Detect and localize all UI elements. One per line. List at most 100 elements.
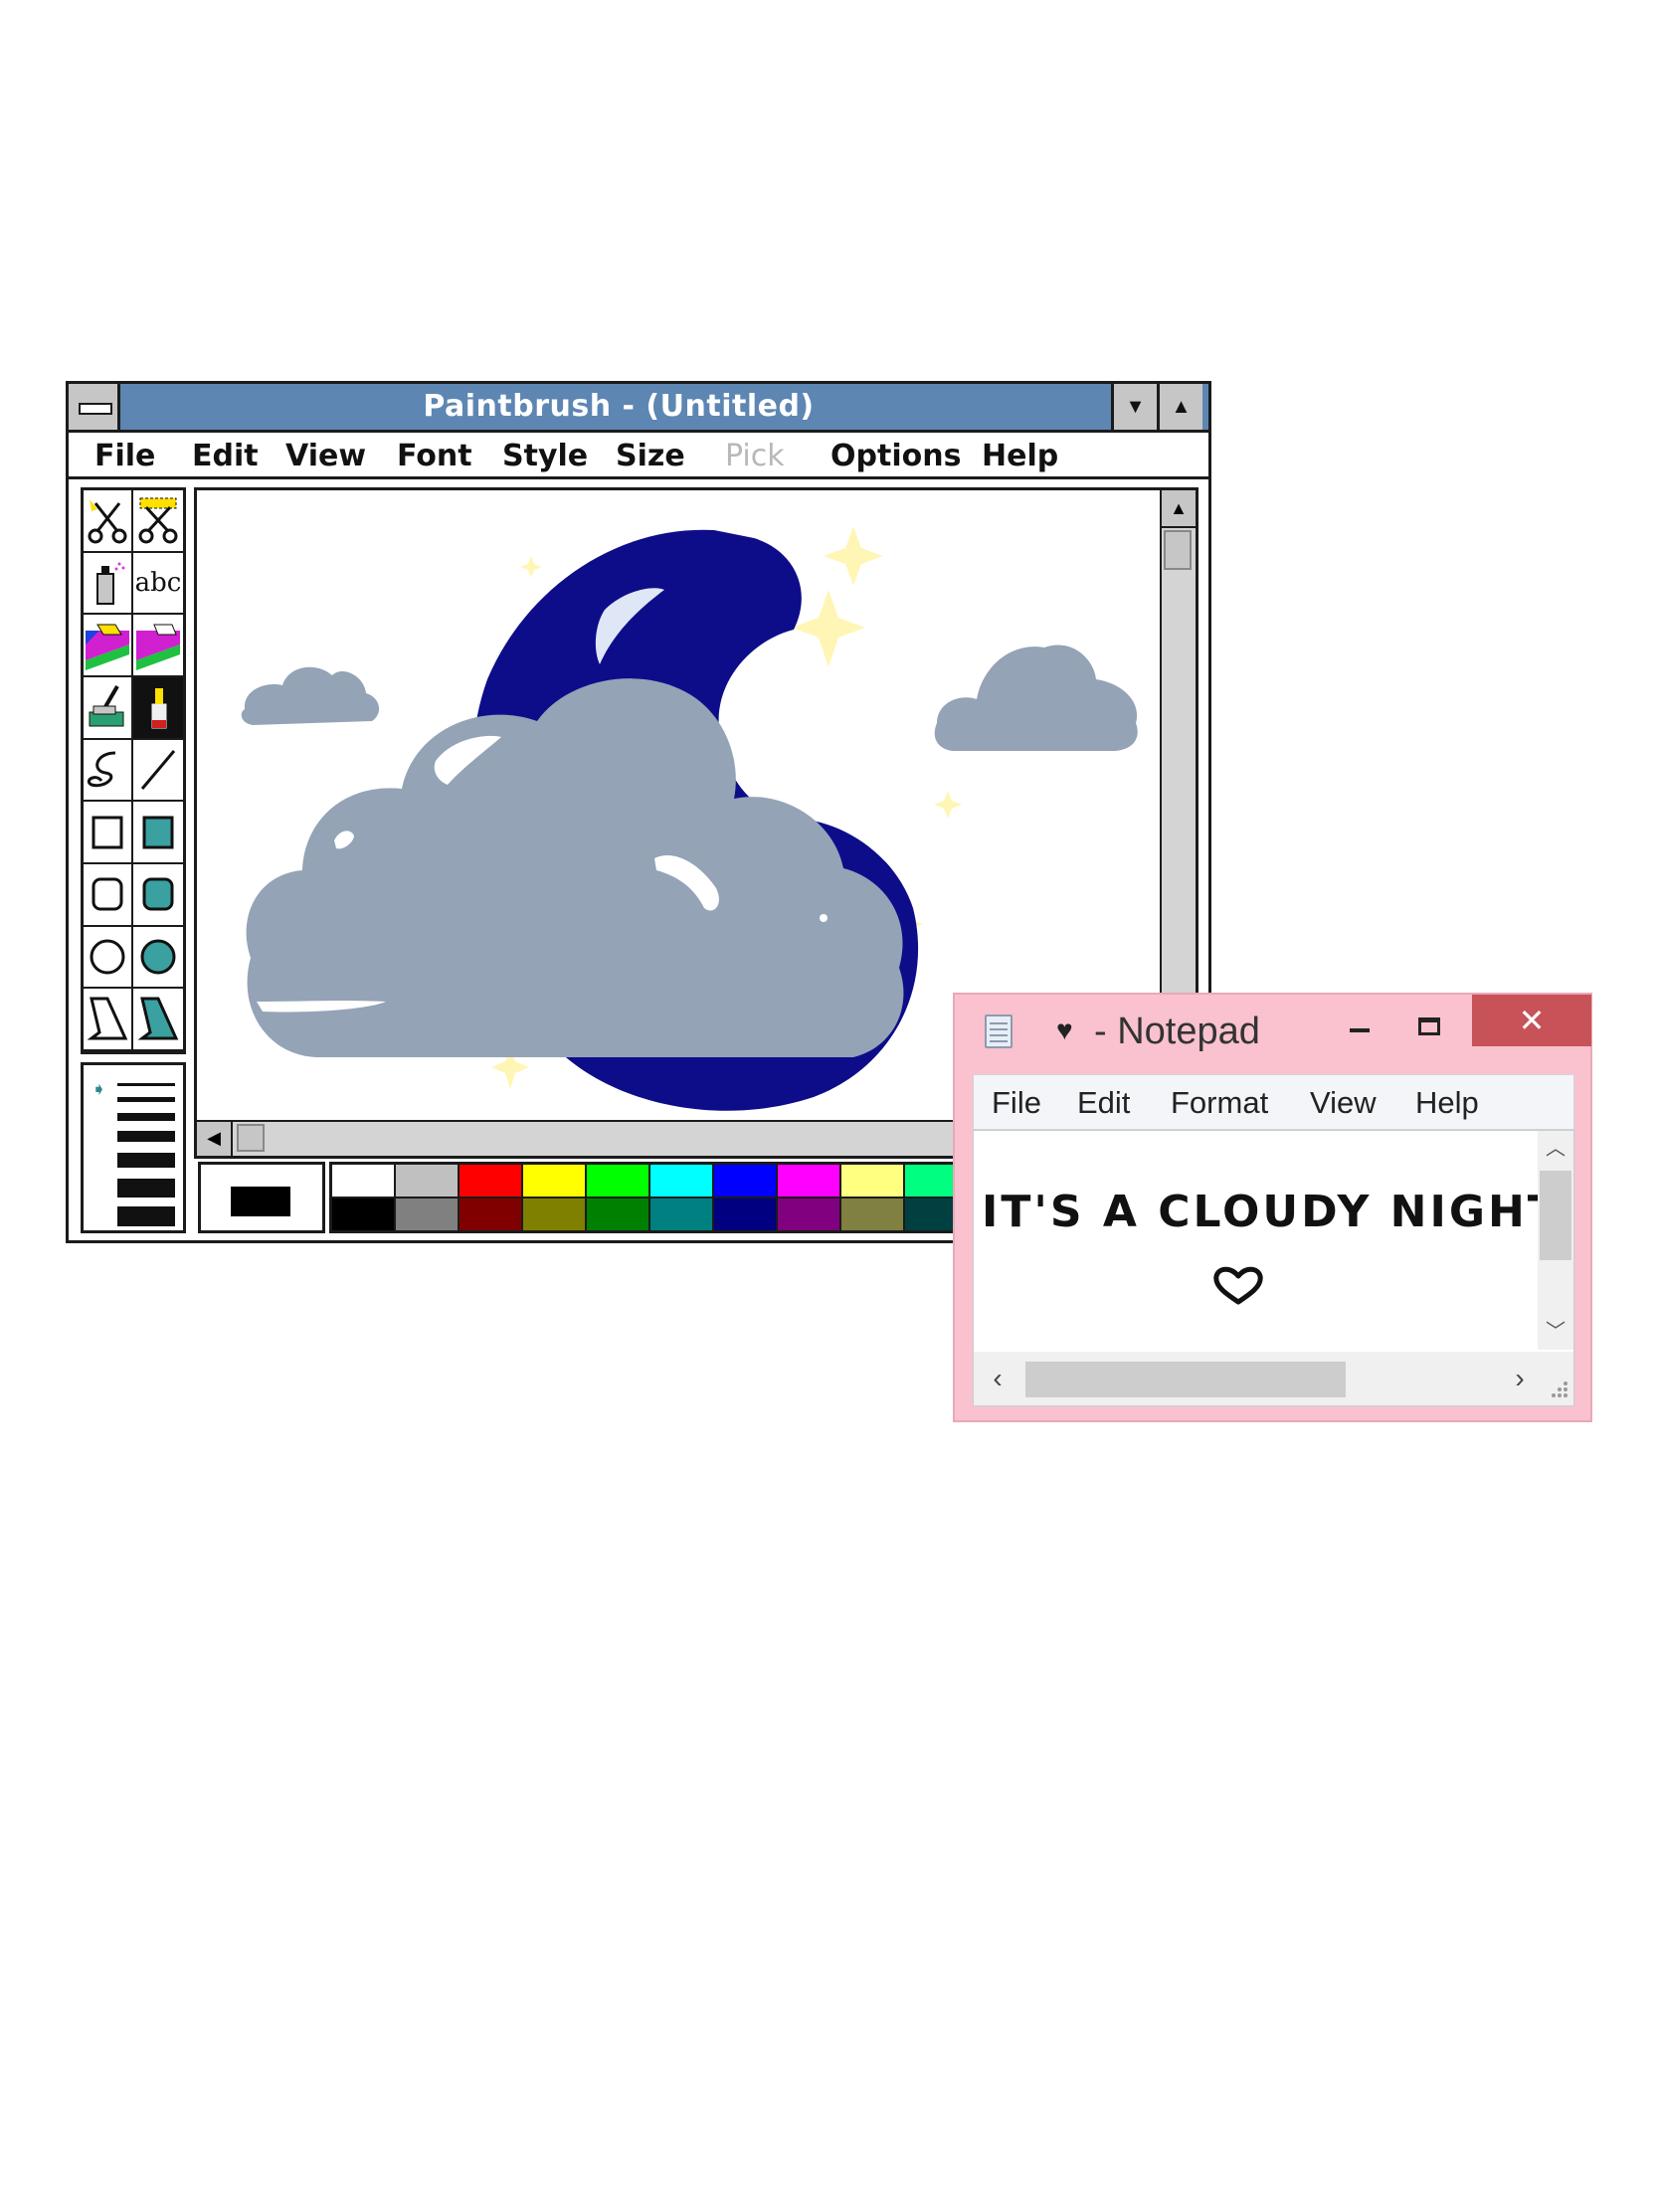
current-color-indicator	[198, 1162, 325, 1233]
box-icon[interactable]	[84, 802, 133, 864]
menu-help[interactable]: Help	[1415, 1085, 1479, 1121]
brush-icon[interactable]	[133, 677, 183, 740]
menu-view[interactable]: View	[1310, 1085, 1377, 1121]
palette-swatch[interactable]	[523, 1165, 585, 1197]
scroll-up-arrow-icon[interactable]: ▲	[1162, 490, 1196, 528]
palette-swatch[interactable]	[714, 1165, 776, 1197]
pointer-arrow-icon: ➧	[92, 1079, 107, 1099]
chevron-right-icon[interactable]: ›	[1502, 1352, 1538, 1405]
scroll-left-arrow-icon[interactable]: ◀	[197, 1122, 233, 1156]
text-tool-icon[interactable]: abc	[133, 552, 183, 616]
menu-format[interactable]: Format	[1171, 1085, 1268, 1121]
vertical-scroll-thumb[interactable]	[1540, 1171, 1571, 1260]
line-icon[interactable]	[133, 739, 183, 803]
circle-icon[interactable]	[84, 926, 133, 990]
palette-swatch[interactable]	[332, 1165, 394, 1197]
menu-style[interactable]: Style	[502, 439, 588, 473]
paintbrush-title: Paintbrush - (Untitled)	[423, 389, 815, 424]
paint-roller-icon[interactable]	[84, 677, 133, 740]
vertical-scroll-thumb[interactable]	[1164, 530, 1192, 570]
line-width-option[interactable]	[117, 1097, 175, 1102]
maximize-button[interactable]: ▲	[1157, 384, 1202, 430]
chevron-up-icon[interactable]: ︿	[1538, 1131, 1573, 1167]
line-width-option[interactable]	[117, 1153, 175, 1168]
scissors-icon[interactable]	[84, 490, 133, 553]
eraser-icon[interactable]	[133, 615, 183, 677]
menu-font[interactable]: Font	[397, 439, 472, 473]
small-left-cloud-shape	[241, 666, 380, 725]
large-cloud-shape	[246, 678, 904, 1057]
close-button[interactable]: ✕	[1472, 995, 1591, 1046]
menu-view[interactable]: View	[285, 439, 366, 473]
line-width-option[interactable]	[117, 1131, 175, 1142]
palette-swatch[interactable]	[587, 1165, 648, 1197]
menu-options[interactable]: Options	[830, 439, 961, 473]
star-shape	[792, 590, 865, 667]
notepad-text-area[interactable]: IT'S A CLOUDY NIGHT! ︿ ﹀ ‹ ›	[973, 1130, 1574, 1406]
notepad-title: - Notepad	[1094, 1011, 1260, 1052]
star-shape	[824, 526, 883, 586]
notepad-vertical-scrollbar[interactable]: ︿ ﹀	[1538, 1131, 1573, 1350]
pick-scissors-icon[interactable]	[133, 490, 183, 553]
menu-size[interactable]: Size	[616, 439, 685, 473]
line-width-option[interactable]	[117, 1113, 175, 1121]
paintbrush-titlebar[interactable]: Paintbrush - (Untitled) ▼ ▲	[69, 384, 1208, 433]
line-width-option[interactable]	[117, 1179, 175, 1198]
palette-swatch[interactable]	[396, 1165, 458, 1197]
palette-swatch[interactable]	[460, 1198, 521, 1230]
chevron-down-icon: ▼	[1125, 395, 1146, 418]
palette-swatch[interactable]	[650, 1198, 712, 1230]
menu-edit[interactable]: Edit	[1077, 1085, 1130, 1121]
filled-polygon-icon[interactable]	[133, 989, 183, 1051]
chevron-left-icon[interactable]: ‹	[980, 1352, 1015, 1405]
palette-swatch[interactable]	[587, 1198, 648, 1230]
airbrush-icon[interactable]	[84, 552, 133, 616]
palette-swatch[interactable]	[396, 1198, 458, 1230]
note-text: IT'S A CLOUDY NIGHT!	[982, 1187, 1574, 1237]
notepad-app-icon[interactable]	[985, 1014, 1013, 1048]
rounded-box-icon[interactable]	[84, 864, 133, 927]
palette-swatch[interactable]	[778, 1198, 839, 1230]
line-width-selector[interactable]: ➧	[81, 1062, 186, 1233]
paintbrush-menubar: File Edit View Font Style Size Pick Opti…	[69, 433, 1208, 479]
chevron-up-icon: ▲	[1171, 395, 1192, 418]
palette-swatch[interactable]	[523, 1198, 585, 1230]
palette-swatch[interactable]	[650, 1165, 712, 1197]
system-menu-button[interactable]	[69, 384, 120, 430]
palette-swatch[interactable]	[778, 1165, 839, 1197]
minimize-button[interactable]: ▼	[1111, 384, 1157, 430]
palette-swatch[interactable]	[841, 1165, 903, 1197]
maximize-button[interactable]	[1404, 1007, 1454, 1046]
menu-pick: Pick	[725, 439, 785, 473]
filled-circle-icon[interactable]	[133, 926, 183, 990]
palette-swatch[interactable]	[714, 1198, 776, 1230]
line-width-option[interactable]	[117, 1083, 175, 1086]
palette-swatch[interactable]	[460, 1165, 521, 1197]
minimize-button[interactable]	[1335, 1009, 1384, 1048]
title-heart-icon: ♥	[1056, 1014, 1073, 1045]
curve-icon[interactable]	[84, 739, 133, 803]
polygon-icon[interactable]	[84, 989, 133, 1051]
notepad-menubar: File Edit Format View Help	[973, 1074, 1574, 1130]
star-shape	[934, 791, 962, 819]
menu-help[interactable]: Help	[982, 439, 1058, 473]
horizontal-scroll-thumb[interactable]	[1025, 1362, 1346, 1397]
line-width-option[interactable]	[117, 1206, 175, 1226]
palette-swatch[interactable]	[841, 1198, 903, 1230]
resize-grip-icon[interactable]	[1548, 1378, 1569, 1399]
color-eraser-icon[interactable]	[84, 615, 133, 677]
menu-edit[interactable]: Edit	[192, 439, 259, 473]
foreground-color-swatch	[231, 1187, 290, 1216]
star-shape	[520, 556, 542, 578]
filled-rounded-box-icon[interactable]	[133, 864, 183, 927]
horizontal-scroll-thumb[interactable]	[237, 1124, 265, 1152]
filled-box-icon[interactable]	[133, 802, 183, 864]
heart-doodle-icon	[1213, 1266, 1263, 1305]
chevron-down-icon[interactable]: ﹀	[1538, 1314, 1573, 1350]
notepad-horizontal-scrollbar[interactable]: ‹ ›	[974, 1352, 1573, 1405]
cloud-highlight	[820, 914, 828, 922]
toolbox: abc	[81, 487, 186, 1054]
menu-file[interactable]: File	[992, 1085, 1041, 1121]
palette-swatch[interactable]	[332, 1198, 394, 1230]
menu-file[interactable]: File	[94, 439, 155, 473]
